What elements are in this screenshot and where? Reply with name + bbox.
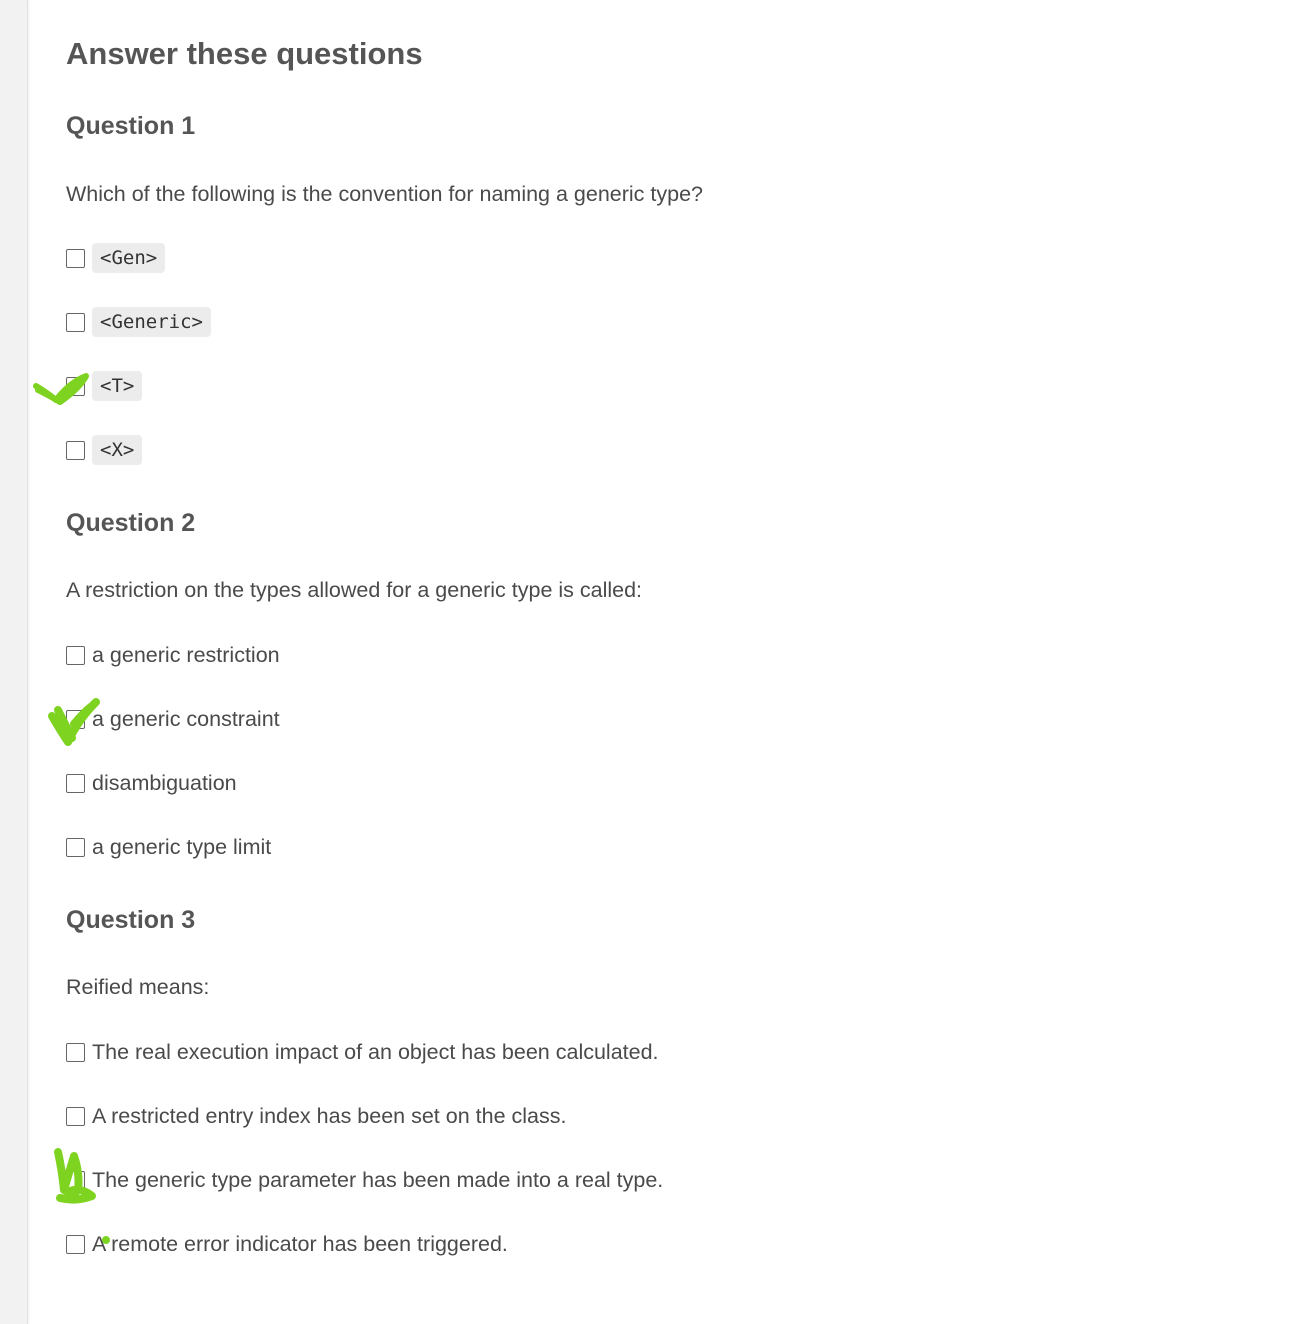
option-label: The real execution impact of an object h… <box>92 1039 659 1064</box>
q3-option-2[interactable]: A restricted entry index has been set on… <box>66 1100 566 1132</box>
option-label: a generic constraint <box>92 706 280 731</box>
question-1-text: Which of the following is the convention… <box>66 182 704 206</box>
option-label: <Generic> <box>92 307 211 337</box>
left-gutter <box>0 0 28 1324</box>
option-label: <T> <box>92 371 143 401</box>
checkbox[interactable] <box>66 1042 85 1062</box>
question-3-heading: Question 3 <box>66 906 196 934</box>
option-label: A restricted entry index has been set on… <box>92 1103 567 1128</box>
q2-option-3[interactable]: disambiguation <box>66 767 237 799</box>
q2-option-4[interactable]: a generic type limit <box>66 831 271 863</box>
option-label: <X> <box>92 435 143 465</box>
q3-option-4[interactable]: A remote error indicator has been trigge… <box>66 1228 508 1260</box>
clipped-text-line <box>28 0 1299 6</box>
question-2-heading: Question 2 <box>66 509 196 537</box>
checkbox[interactable] <box>66 1106 85 1126</box>
checkbox[interactable] <box>66 1234 85 1254</box>
option-label: <Gen> <box>92 243 166 273</box>
q1-option-4[interactable]: <X> <box>66 434 143 466</box>
checkbox[interactable] <box>66 440 85 460</box>
checkbox[interactable] <box>66 837 85 857</box>
checkbox[interactable] <box>66 376 85 396</box>
option-label: a generic restriction <box>92 642 280 667</box>
checkbox[interactable] <box>66 709 85 729</box>
option-label: disambiguation <box>92 770 237 795</box>
checkbox[interactable] <box>66 773 85 793</box>
q1-option-2[interactable]: <Generic> <box>66 306 211 338</box>
checkbox[interactable] <box>66 248 85 268</box>
q1-option-1[interactable]: <Gen> <box>66 242 166 274</box>
q2-option-2[interactable]: a generic constraint <box>66 703 280 735</box>
q1-option-3[interactable]: <T> <box>66 370 143 402</box>
checkbox[interactable] <box>66 1170 85 1190</box>
q3-option-1[interactable]: The real execution impact of an object h… <box>66 1036 659 1068</box>
page-title: Answer these questions <box>66 36 423 71</box>
checkbox[interactable] <box>66 645 85 665</box>
option-label: A remote error indicator has been trigge… <box>92 1231 508 1256</box>
question-3-text: Reified means: <box>66 975 210 999</box>
question-2-text: A restriction on the types allowed for a… <box>66 578 643 602</box>
question-1-heading: Question 1 <box>66 112 196 140</box>
option-label: a generic type limit <box>92 834 272 859</box>
checkbox[interactable] <box>66 312 85 332</box>
q2-option-1[interactable]: a generic restriction <box>66 639 280 671</box>
option-label: The generic type parameter has been made… <box>92 1167 664 1192</box>
q3-option-3[interactable]: The generic type parameter has been made… <box>66 1164 663 1196</box>
